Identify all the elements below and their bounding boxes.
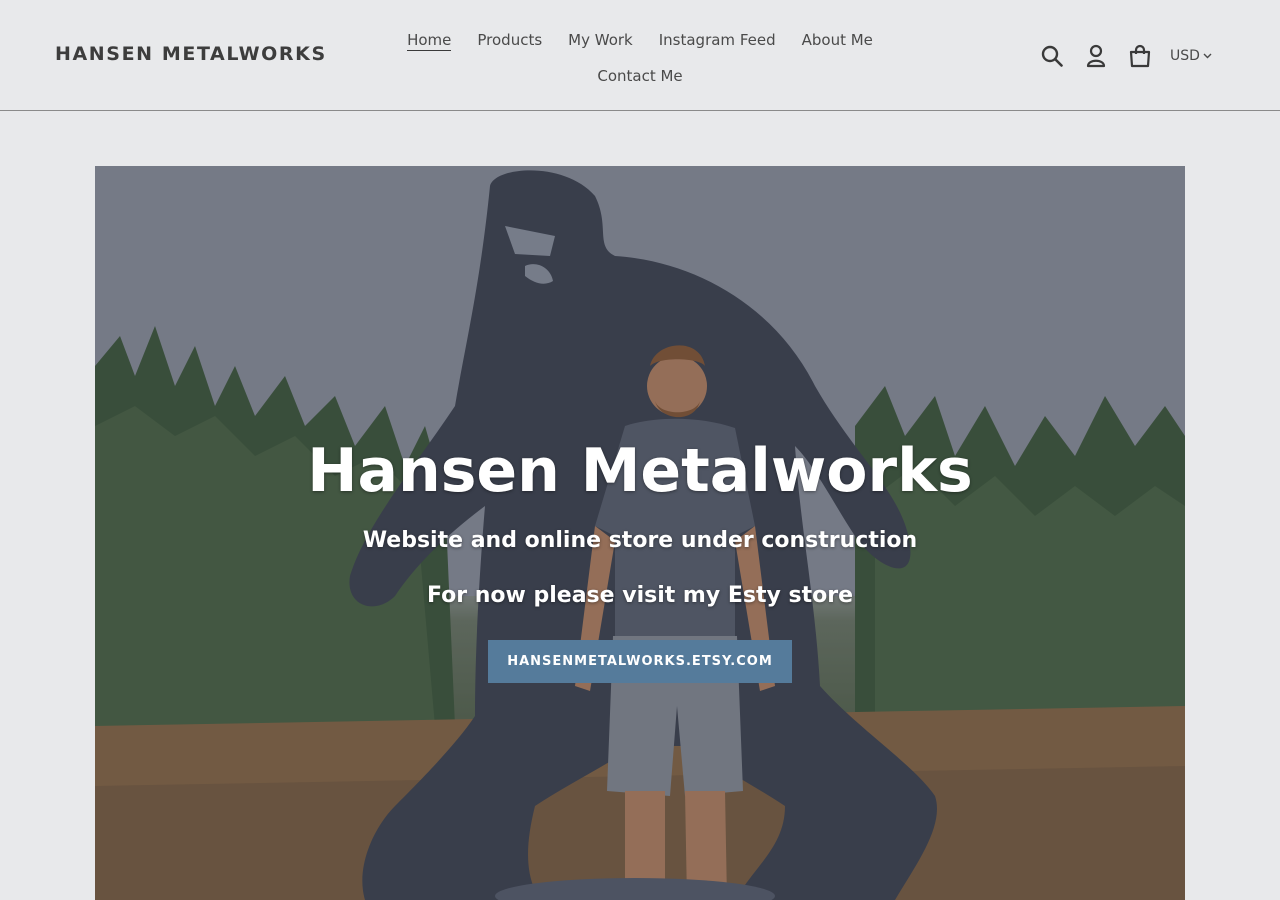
nav-link-instagram-feed[interactable]: Instagram Feed <box>646 26 789 54</box>
header-icons: USD <box>1030 38 1212 74</box>
currency-label: USD <box>1170 48 1200 64</box>
chevron-down-icon <box>1203 53 1212 59</box>
hero-content: Hansen Metalworks Website and online sto… <box>95 436 1185 683</box>
account-icon[interactable] <box>1074 38 1118 74</box>
nav-link-products[interactable]: Products <box>464 26 555 54</box>
hero-title: Hansen Metalworks <box>307 436 973 506</box>
hero-subtitle-construction: Website and online store under construct… <box>362 528 918 553</box>
hero-subtitle-etsy: For now please visit my Esty store <box>426 583 853 608</box>
nav-link-my-work[interactable]: My Work <box>555 26 646 54</box>
nav-link-home[interactable]: Home <box>394 26 464 54</box>
nav-link-about-me[interactable]: About Me <box>789 26 886 54</box>
currency-selector[interactable]: USD <box>1170 48 1212 64</box>
site-logo[interactable]: HANSEN METALWORKS <box>55 43 327 65</box>
search-icon[interactable] <box>1030 38 1074 74</box>
site-header: HANSEN METALWORKS Home Products My Work … <box>0 0 1280 111</box>
etsy-store-button[interactable]: HANSENMETALWORKS.ETSY.COM <box>488 640 792 683</box>
hero-banner: Hansen Metalworks Website and online sto… <box>95 166 1185 900</box>
main-nav: Home Products My Work Instagram Feed Abo… <box>380 26 900 90</box>
cart-icon[interactable] <box>1118 38 1162 74</box>
nav-link-contact-me[interactable]: Contact Me <box>584 62 695 90</box>
